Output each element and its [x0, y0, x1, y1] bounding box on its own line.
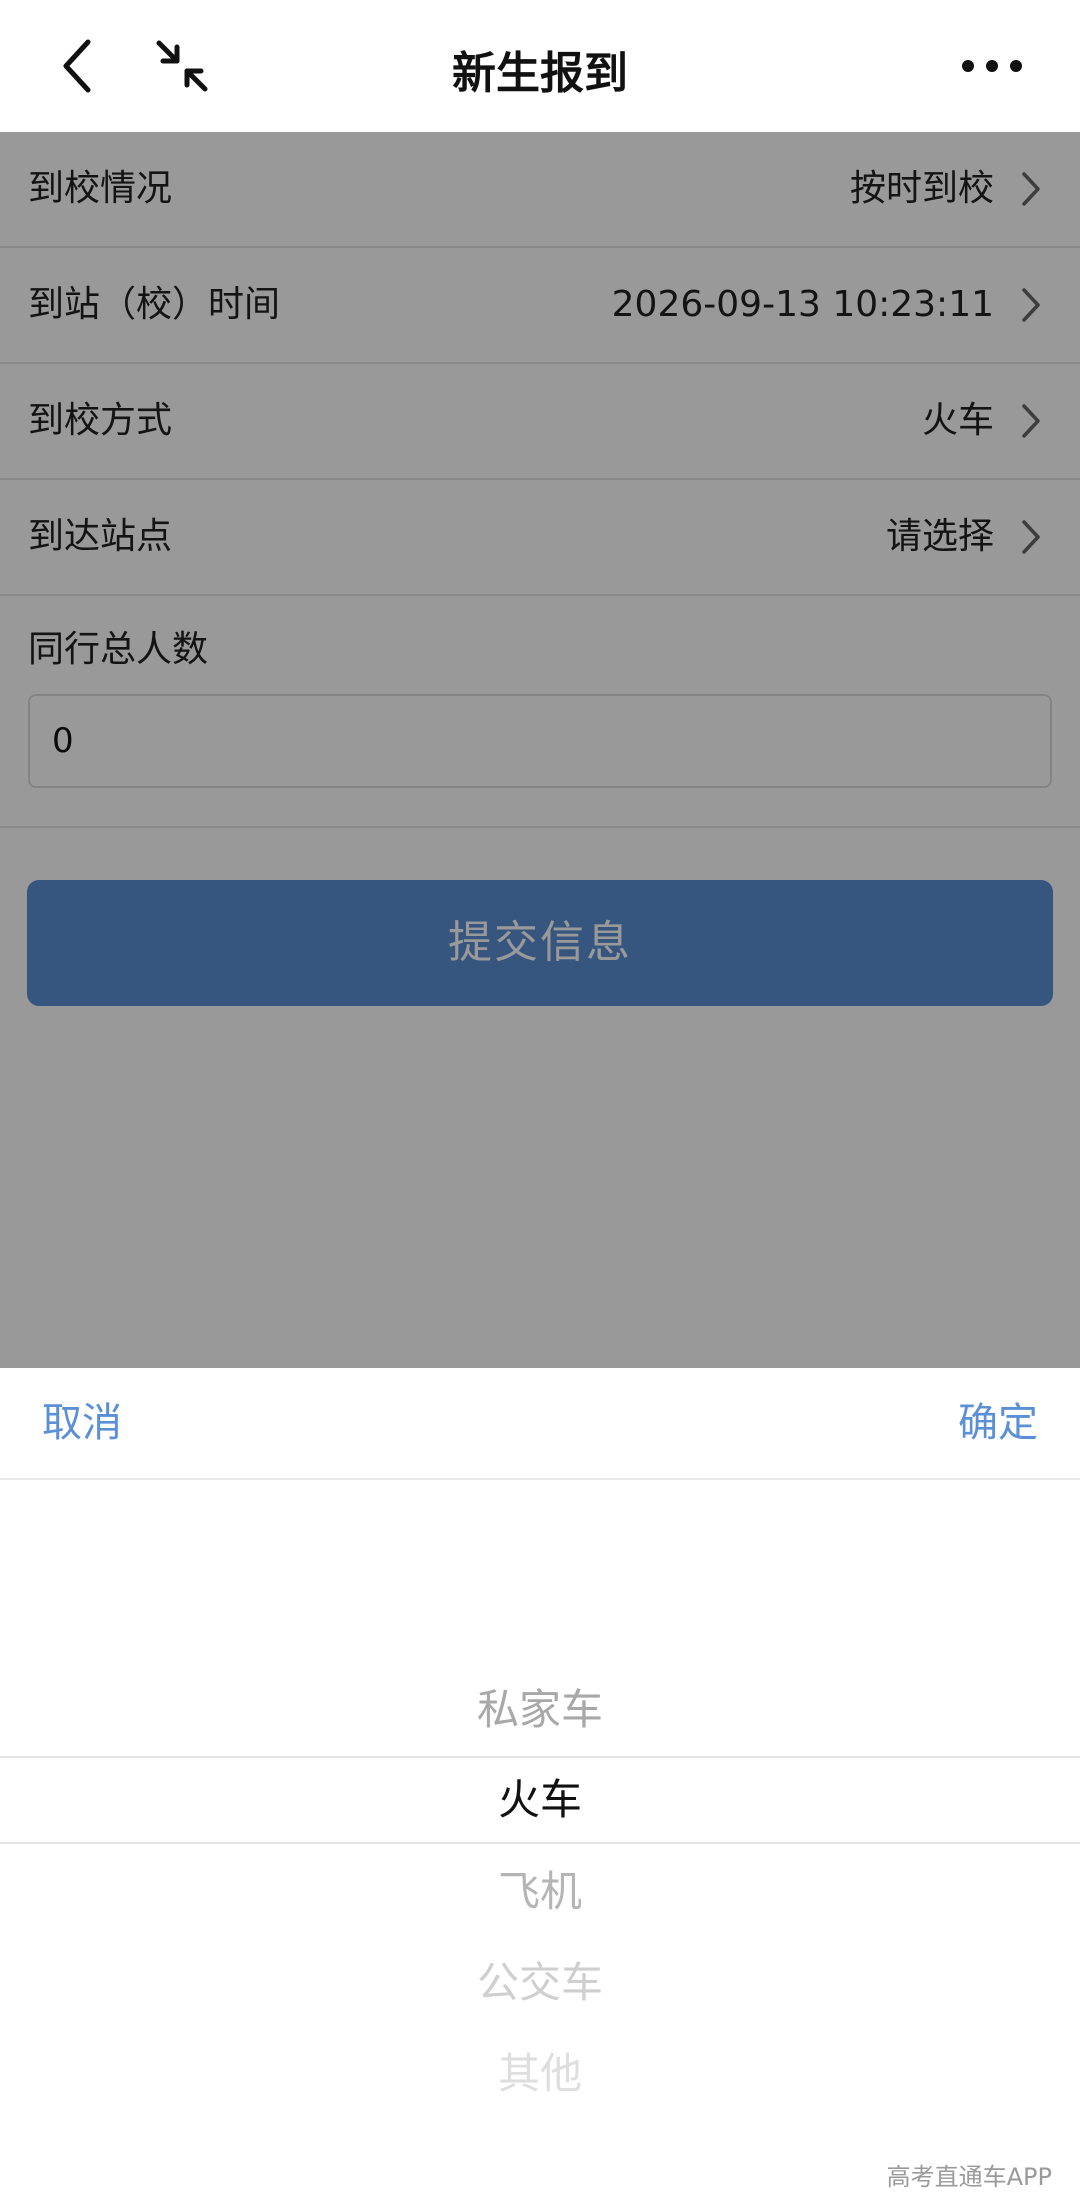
watermark: 高考直通车APP [886, 2163, 1052, 2191]
nav-bar: 新生报到 [0, 0, 1080, 132]
picker-option[interactable]: 公交车 [0, 1938, 1080, 2028]
page-title: 新生报到 [452, 48, 628, 99]
picker-sheet: 取消 确定 私家车 火车 飞机 公交车 其他 高考直通车APP [0, 1368, 1080, 2210]
picker-option[interactable]: 飞机 [0, 1847, 1080, 1937]
picker-option[interactable]: 私家车 [0, 1665, 1080, 1755]
collapse-button[interactable] [144, 28, 220, 104]
picker-wheel[interactable]: 私家车 火车 飞机 公交车 其他 [0, 1480, 1080, 2098]
more-button[interactable] [952, 28, 1032, 104]
picker-option[interactable]: 其他 [0, 2029, 1080, 2119]
collapse-icon [156, 40, 208, 92]
back-arrow-icon [63, 39, 91, 93]
picker-toolbar: 取消 确定 [0, 1368, 1080, 1480]
modal-overlay[interactable] [0, 132, 1080, 1368]
back-button[interactable] [40, 28, 116, 104]
picker-option-selected[interactable]: 火车 [0, 1755, 1080, 1845]
confirm-button[interactable]: 确定 [958, 1368, 1038, 1478]
cancel-button[interactable]: 取消 [42, 1368, 122, 1478]
more-icon [962, 60, 1022, 72]
